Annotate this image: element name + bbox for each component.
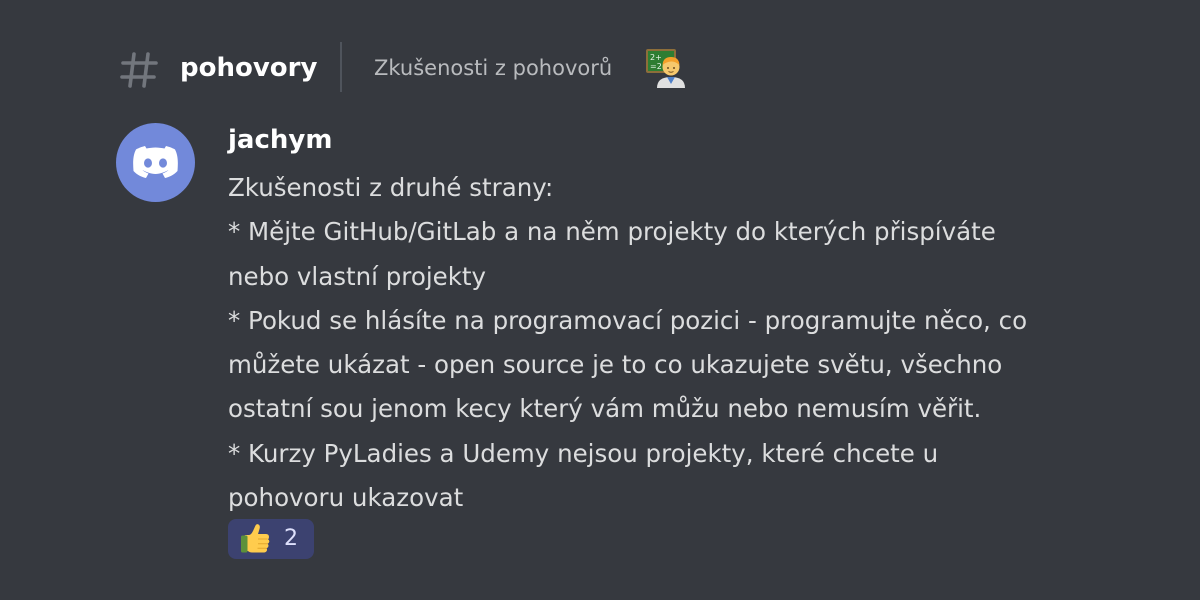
discord-logo-icon <box>133 146 178 178</box>
message-line: * Kurzy PyLadies a Udemy nejsou projekty… <box>228 438 939 468</box>
svg-text:=2: =2 <box>650 62 662 71</box>
message-line: * Pokud se hlásíte na programovací pozic… <box>228 305 1028 335</box>
header-divider <box>340 42 342 92</box>
reaction-count: 2 <box>284 526 298 551</box>
message-line: ostatní sou jenom kecy který vám můžu ne… <box>228 394 982 424</box>
message-line: nebo vlastní projekty <box>228 261 486 291</box>
hash-icon <box>120 52 158 88</box>
message-line: můžete ukázat - open source je to co uka… <box>228 350 1003 380</box>
message-line: * Mějte GitHub/GitLab a na něm projekty … <box>228 217 996 247</box>
avatar[interactable] <box>116 123 195 202</box>
channel-topic: Zkušenosti z pohovorů <box>374 56 613 80</box>
reaction-thumbs-up[interactable]: 2 <box>228 519 314 559</box>
message-content: Zkušenosti z druhé strany: * Mějte GitHu… <box>228 166 1128 520</box>
message-line: Zkušenosti z druhé strany: <box>228 173 554 202</box>
svg-text:2+: 2+ <box>650 53 662 62</box>
channel-header: pohovory Zkušenosti z pohovorů 2+ =2 <box>0 40 1200 96</box>
channel-name[interactable]: pohovory <box>180 51 317 85</box>
message-author[interactable]: jachym <box>228 122 332 158</box>
teacher-emoji-icon: 2+ =2 <box>646 49 685 88</box>
message-line: pohovoru ukazovat <box>228 483 464 513</box>
thumbs-up-icon <box>241 524 270 553</box>
